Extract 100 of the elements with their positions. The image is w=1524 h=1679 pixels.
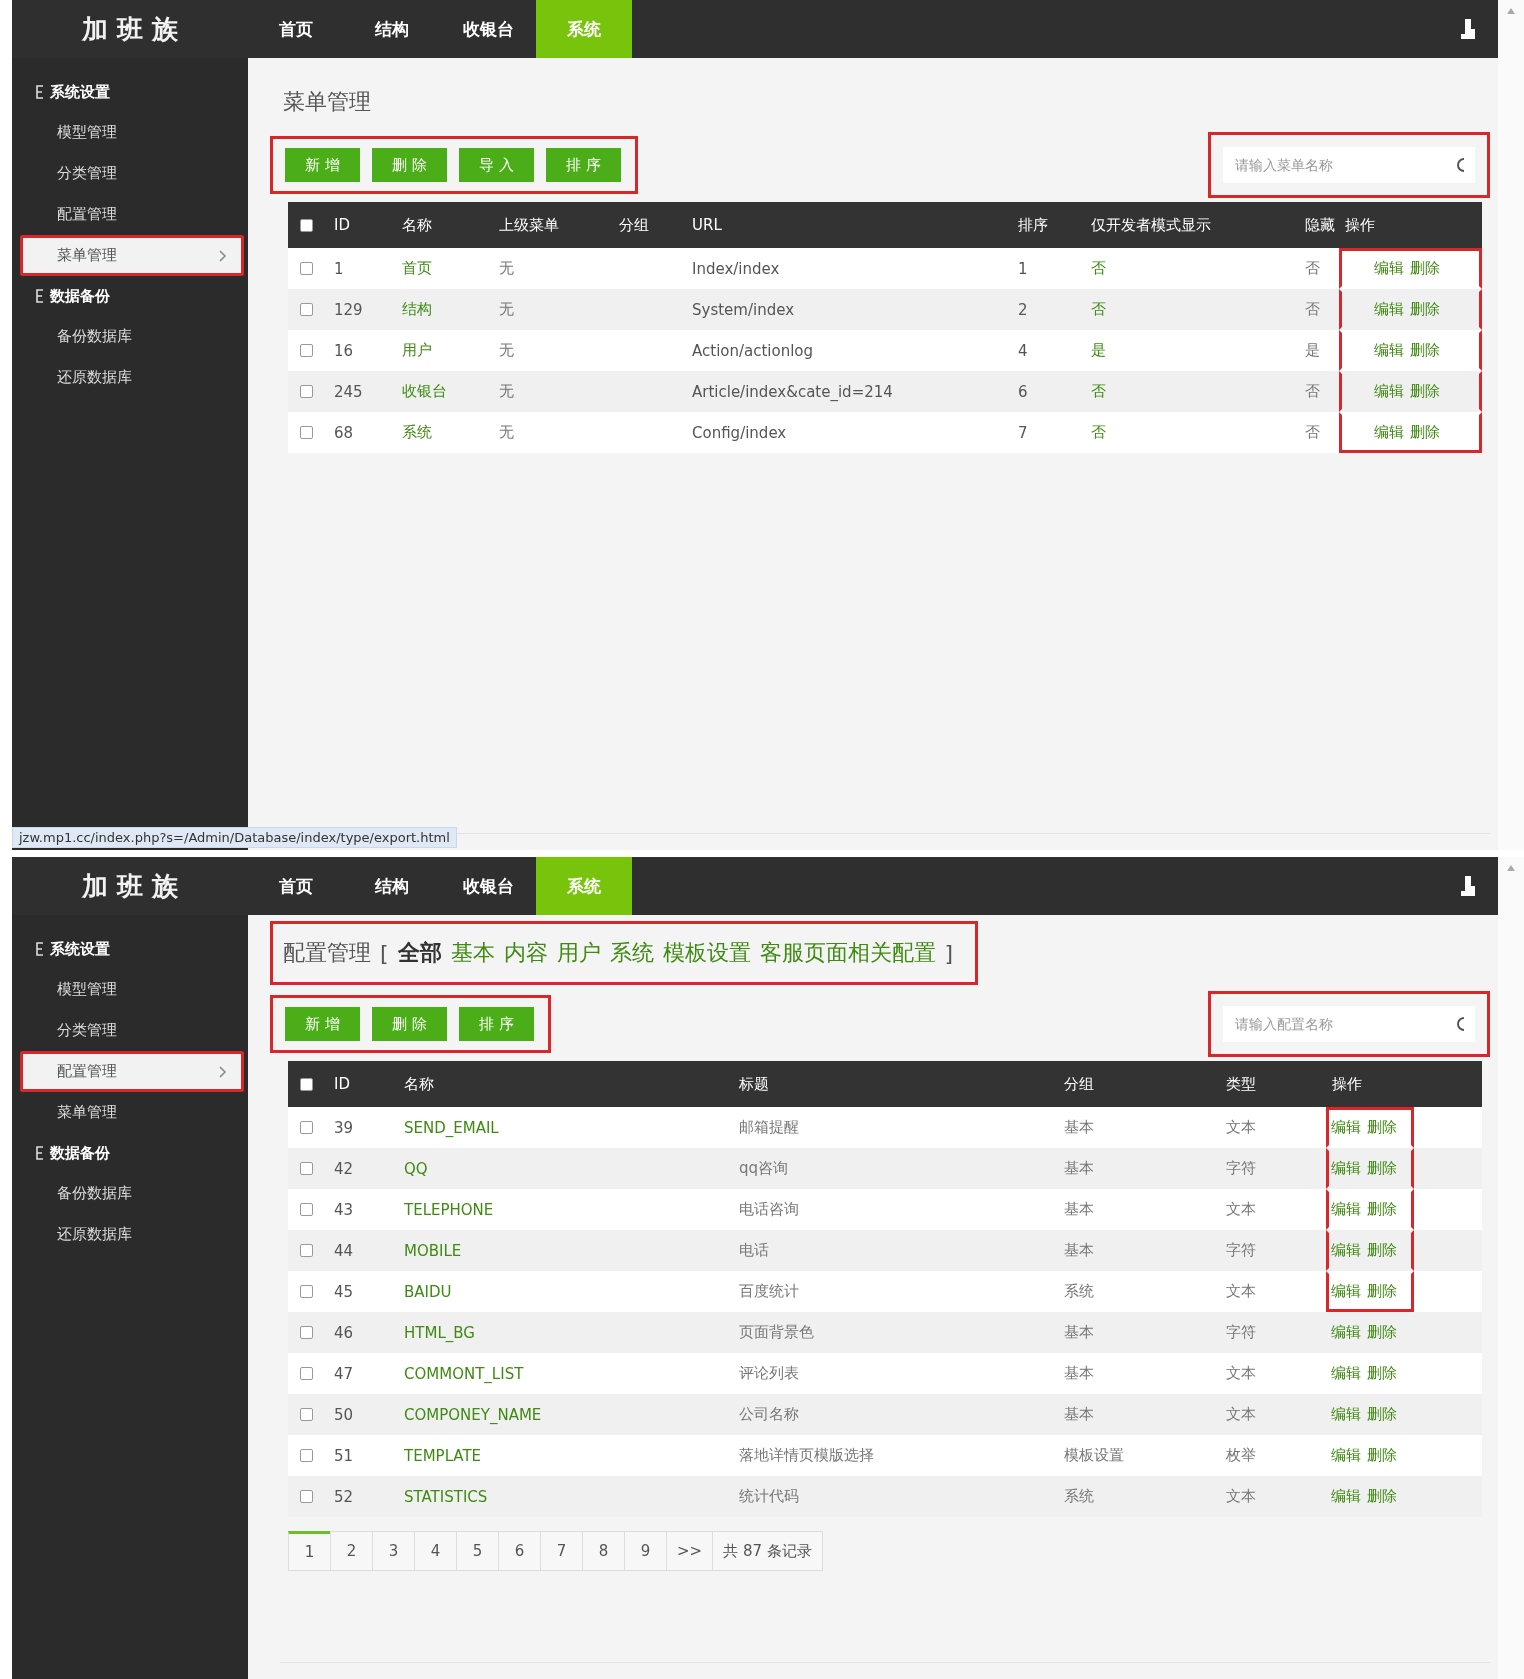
checkbox[interactable] <box>300 1285 313 1298</box>
page-button[interactable]: 9 <box>624 1531 667 1571</box>
edit-link[interactable]: 编辑 <box>1331 1282 1361 1301</box>
sidebar-item[interactable]: 备份数据库 <box>23 1176 241 1211</box>
delete-link[interactable]: 删除 <box>1410 341 1440 360</box>
checkbox[interactable] <box>300 344 313 357</box>
search-field[interactable]: 请输入菜单名称 <box>1223 147 1475 183</box>
edit-link[interactable]: 编辑 <box>1331 1446 1361 1465</box>
action-button[interactable]: 导 入 <box>459 148 534 182</box>
delete-link[interactable]: 删除 <box>1410 382 1440 401</box>
delete-link[interactable]: 删除 <box>1367 1487 1397 1506</box>
delete-link[interactable]: 删除 <box>1367 1446 1397 1465</box>
page-button[interactable]: >> <box>666 1531 714 1571</box>
sidebar-group-label[interactable]: 数据备份 <box>50 1143 110 1163</box>
nav-tab[interactable]: 收银台 <box>440 857 536 915</box>
delete-link[interactable]: 删除 <box>1410 300 1440 319</box>
edit-link[interactable]: 编辑 <box>1331 1323 1361 1342</box>
edit-link[interactable]: 编辑 <box>1374 382 1404 401</box>
delete-link[interactable]: 删除 <box>1367 1200 1397 1219</box>
scrollbar[interactable] <box>1498 0 1524 850</box>
delete-link[interactable]: 删除 <box>1410 259 1440 278</box>
sidebar-group-label[interactable]: 系统设置 <box>50 939 110 959</box>
checkbox[interactable] <box>300 1077 313 1091</box>
sidebar-item[interactable]: 还原数据库 <box>23 360 241 395</box>
checkbox[interactable] <box>300 1490 313 1503</box>
checkbox[interactable] <box>300 1162 313 1175</box>
page-button[interactable]: 3 <box>372 1531 415 1571</box>
action-button[interactable]: 排 序 <box>459 1007 534 1041</box>
nav-tab[interactable]: 首页 <box>248 0 344 58</box>
edit-link[interactable]: 编辑 <box>1374 300 1404 319</box>
nav-tab[interactable]: 首页 <box>248 857 344 915</box>
sidebar-group-label[interactable]: 数据备份 <box>50 286 110 306</box>
nav-tab[interactable]: 结构 <box>344 857 440 915</box>
checkbox[interactable] <box>300 1449 313 1462</box>
scrollbar[interactable] <box>1498 857 1524 1679</box>
edit-link[interactable]: 编辑 <box>1331 1405 1361 1424</box>
page-button[interactable]: 6 <box>498 1531 541 1571</box>
action-button[interactable]: 新 增 <box>285 148 360 182</box>
checkbox[interactable] <box>300 262 313 275</box>
checkbox[interactable] <box>300 218 313 232</box>
sidebar-item[interactable]: 模型管理 <box>23 115 241 150</box>
edit-link[interactable]: 编辑 <box>1374 423 1404 442</box>
scroll-up-icon[interactable] <box>1507 8 1515 14</box>
filter-link[interactable]: 基本 <box>450 938 495 968</box>
page-button[interactable]: 8 <box>582 1531 625 1571</box>
checkbox[interactable] <box>300 1326 313 1339</box>
delete-link[interactable]: 删除 <box>1367 1118 1397 1137</box>
nav-tab[interactable]: 收银台 <box>440 0 536 58</box>
delete-link[interactable]: 删除 <box>1367 1405 1397 1424</box>
sidebar-item[interactable]: 还原数据库 <box>23 1217 241 1252</box>
edit-link[interactable]: 编辑 <box>1374 341 1404 360</box>
filter-link[interactable]: 模板设置 <box>662 938 751 968</box>
sidebar-item[interactable]: 备份数据库 <box>23 319 241 354</box>
user-icon[interactable] <box>1460 18 1476 40</box>
checkbox[interactable] <box>300 385 313 398</box>
sidebar-item[interactable]: 配置管理 <box>23 197 241 232</box>
action-button[interactable]: 删 除 <box>372 148 447 182</box>
filter-link[interactable]: 用户 <box>556 938 601 968</box>
checkbox[interactable] <box>300 1121 313 1134</box>
sidebar-item[interactable]: 菜单管理 <box>23 238 241 273</box>
page-button[interactable]: 5 <box>456 1531 499 1571</box>
edit-link[interactable]: 编辑 <box>1331 1118 1361 1137</box>
search-field[interactable]: 请输入配置名称 <box>1223 1006 1475 1042</box>
delete-link[interactable]: 删除 <box>1410 423 1440 442</box>
page-button[interactable]: 1 <box>288 1531 331 1571</box>
edit-link[interactable]: 编辑 <box>1331 1241 1361 1260</box>
scroll-up-icon[interactable] <box>1507 865 1515 871</box>
edit-link[interactable]: 编辑 <box>1374 259 1404 278</box>
sidebar-item[interactable]: 分类管理 <box>23 156 241 191</box>
checkbox[interactable] <box>300 303 313 316</box>
delete-link[interactable]: 删除 <box>1367 1282 1397 1301</box>
action-button[interactable]: 新 增 <box>285 1007 360 1041</box>
user-icon[interactable] <box>1460 875 1476 897</box>
delete-link[interactable]: 删除 <box>1367 1323 1397 1342</box>
sidebar-item[interactable]: 模型管理 <box>23 972 241 1007</box>
filter-link[interactable]: 内容 <box>503 938 548 968</box>
edit-link[interactable]: 编辑 <box>1331 1159 1361 1178</box>
checkbox[interactable] <box>300 1367 313 1380</box>
action-button[interactable]: 删 除 <box>372 1007 447 1041</box>
edit-link[interactable]: 编辑 <box>1331 1487 1361 1506</box>
action-button[interactable]: 排 序 <box>546 148 621 182</box>
delete-link[interactable]: 删除 <box>1367 1364 1397 1383</box>
checkbox[interactable] <box>300 1203 313 1216</box>
edit-link[interactable]: 编辑 <box>1331 1200 1361 1219</box>
checkbox[interactable] <box>300 426 313 439</box>
filter-link[interactable]: 全部 <box>397 938 442 968</box>
filter-link[interactable]: 系统 <box>609 938 654 968</box>
sidebar-item[interactable]: 配置管理 <box>23 1054 241 1089</box>
page-button[interactable]: 4 <box>414 1531 457 1571</box>
sidebar-item[interactable]: 分类管理 <box>23 1013 241 1048</box>
checkbox[interactable] <box>300 1244 313 1257</box>
sidebar-item[interactable]: 菜单管理 <box>23 1095 241 1130</box>
delete-link[interactable]: 删除 <box>1367 1241 1397 1260</box>
sidebar-group-label[interactable]: 系统设置 <box>50 82 110 102</box>
edit-link[interactable]: 编辑 <box>1331 1364 1361 1383</box>
delete-link[interactable]: 删除 <box>1367 1159 1397 1178</box>
page-button[interactable]: 2 <box>330 1531 373 1571</box>
page-button[interactable]: 7 <box>540 1531 583 1571</box>
filter-link[interactable]: 客服页面相关配置 <box>759 938 936 968</box>
checkbox[interactable] <box>300 1408 313 1421</box>
